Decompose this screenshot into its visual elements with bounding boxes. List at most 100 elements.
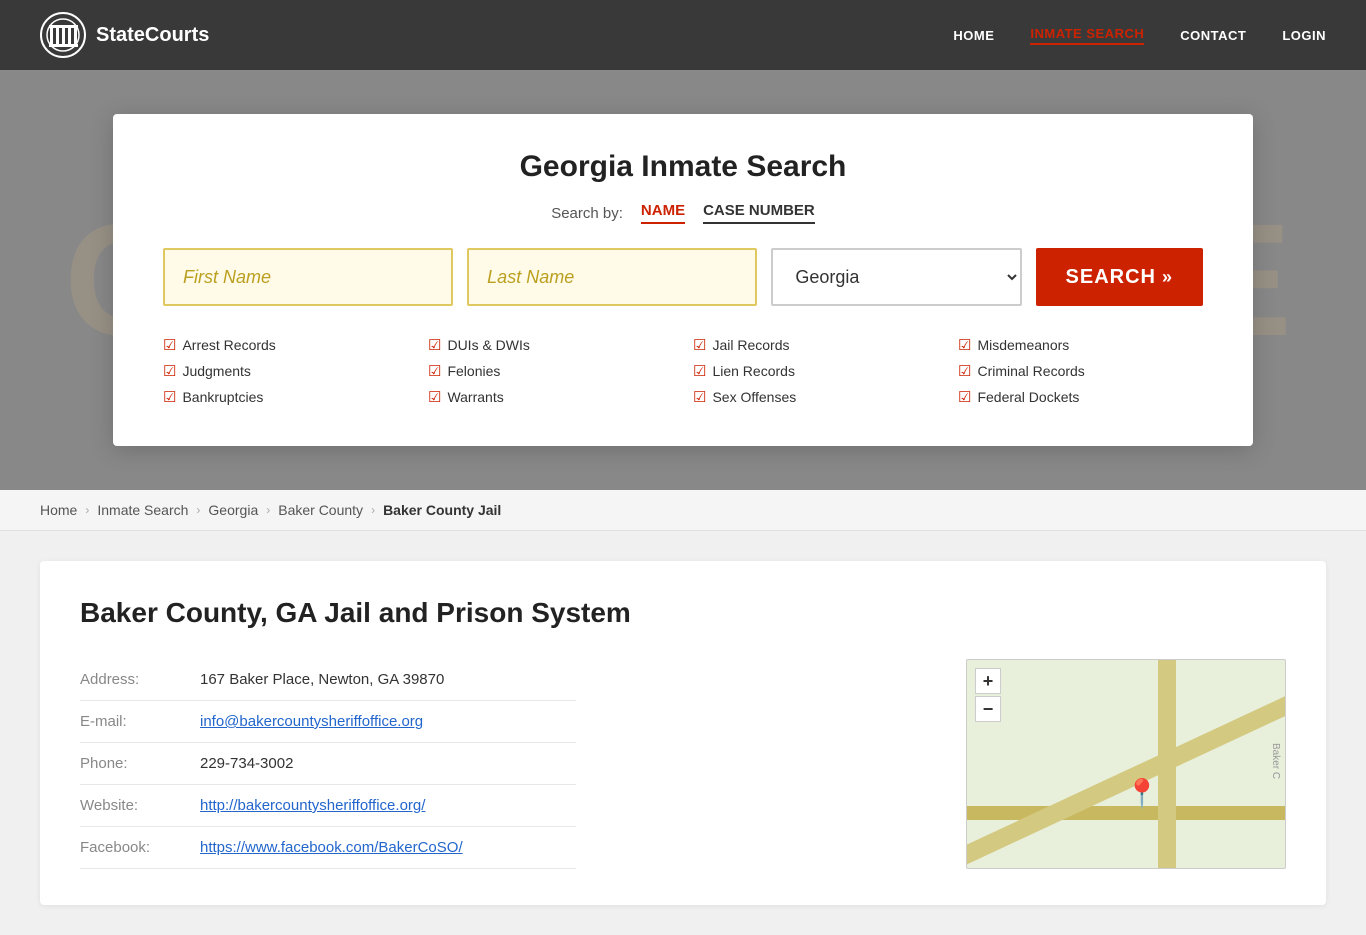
info-table: Address: 167 Baker Place, Newton, GA 398…: [80, 659, 576, 869]
value-address: 167 Baker Place, Newton, GA 39870: [200, 659, 576, 701]
checkmark-icon: ☑: [163, 336, 176, 354]
map-pin-icon: 📍: [1124, 777, 1159, 810]
value-website: http://bakercountysheriffoffice.org/: [200, 785, 576, 827]
checkboxes-grid: ☑ Arrest Records ☑ DUIs & DWIs ☑ Jail Re…: [163, 336, 1203, 406]
checkbox-label: Bankruptcies: [182, 389, 263, 405]
table-row: Website: http://bakercountysheriffoffice…: [80, 785, 576, 827]
checkmark-icon: ☑: [693, 362, 706, 380]
label-website: Website:: [80, 785, 200, 827]
checkbox-duis-dwis: ☑ DUIs & DWIs: [428, 336, 673, 354]
breadcrumb-baker-county[interactable]: Baker County: [278, 502, 363, 518]
logo-icon: [40, 12, 86, 58]
facebook-link[interactable]: https://www.facebook.com/BakerCoSO/: [200, 839, 463, 856]
search-chevron-icon: »: [1162, 267, 1173, 288]
checkbox-federal-dockets: ☑ Federal Dockets: [958, 388, 1203, 406]
checkbox-sex-offenses: ☑ Sex Offenses: [693, 388, 938, 406]
table-row: E-mail: info@bakercountysheriffoffice.or…: [80, 701, 576, 743]
value-phone: 229-734-3002: [200, 743, 576, 785]
checkbox-jail-records: ☑ Jail Records: [693, 336, 938, 354]
first-name-input[interactable]: [163, 248, 453, 306]
checkmark-icon: ☑: [958, 336, 971, 354]
label-address: Address:: [80, 659, 200, 701]
value-email: info@bakercountysheriffoffice.org: [200, 701, 576, 743]
map-controls: + −: [975, 668, 1001, 722]
map-label: Baker C: [1270, 743, 1281, 779]
checkmark-icon: ☑: [428, 362, 441, 380]
label-facebook: Facebook:: [80, 827, 200, 869]
label-phone: Phone:: [80, 743, 200, 785]
main-content: Baker County, GA Jail and Prison System …: [0, 531, 1366, 935]
nav-home[interactable]: HOME: [953, 28, 994, 43]
logo[interactable]: StateCourts: [40, 12, 209, 58]
checkbox-label: Arrest Records: [182, 337, 275, 353]
tab-name[interactable]: NAME: [641, 202, 685, 224]
checkbox-label: Misdemeanors: [977, 337, 1069, 353]
checkbox-label: Warrants: [447, 389, 503, 405]
card-title: Baker County, GA Jail and Prison System: [80, 597, 1286, 629]
breadcrumb-current: Baker County Jail: [383, 502, 501, 518]
email-link[interactable]: info@bakercountysheriffoffice.org: [200, 713, 423, 730]
checkbox-label: Sex Offenses: [712, 389, 796, 405]
last-name-input[interactable]: [467, 248, 757, 306]
checkbox-label: Judgments: [182, 363, 250, 379]
checkbox-criminal-records: ☑ Criminal Records: [958, 362, 1203, 380]
breadcrumb-home[interactable]: Home: [40, 502, 77, 518]
tab-case-number[interactable]: CASE NUMBER: [703, 202, 815, 224]
card-body-row: Address: 167 Baker Place, Newton, GA 398…: [80, 659, 1286, 869]
breadcrumb-georgia[interactable]: Georgia: [208, 502, 258, 518]
search-by-label: Search by:: [551, 205, 623, 222]
state-select[interactable]: Georgia Alabama Florida Tennessee: [771, 248, 1021, 306]
modal-title: Georgia Inmate Search: [163, 150, 1203, 184]
checkbox-label: Jail Records: [712, 337, 789, 353]
search-button[interactable]: SEARCH »: [1036, 248, 1203, 306]
checkmark-icon: ☑: [958, 362, 971, 380]
checkmark-icon: ☑: [693, 388, 706, 406]
content-card: Baker County, GA Jail and Prison System …: [40, 561, 1326, 905]
breadcrumb-sep-1: ›: [85, 503, 89, 517]
checkbox-label: Federal Dockets: [977, 389, 1079, 405]
nav-inmate-search[interactable]: INMATE SEARCH: [1030, 26, 1144, 45]
map-zoom-in[interactable]: +: [975, 668, 1001, 694]
checkmark-icon: ☑: [163, 362, 176, 380]
checkbox-label: DUIs & DWIs: [447, 337, 529, 353]
checkmark-icon: ☑: [163, 388, 176, 406]
breadcrumb-sep-2: ›: [196, 503, 200, 517]
checkmark-icon: ☑: [693, 336, 706, 354]
checkbox-judgments: ☑ Judgments: [163, 362, 408, 380]
value-facebook: https://www.facebook.com/BakerCoSO/: [200, 827, 576, 869]
state-select-wrapper: Georgia Alabama Florida Tennessee: [771, 248, 1021, 306]
nav-login[interactable]: LOGIN: [1282, 28, 1326, 43]
checkbox-felonies: ☑ Felonies: [428, 362, 673, 380]
info-section: Address: 167 Baker Place, Newton, GA 398…: [80, 659, 936, 869]
site-header: StateCourts HOME INMATE SEARCH CONTACT L…: [0, 0, 1366, 70]
breadcrumb-inmate-search[interactable]: Inmate Search: [97, 502, 188, 518]
table-row: Phone: 229-734-3002: [80, 743, 576, 785]
checkbox-lien-records: ☑ Lien Records: [693, 362, 938, 380]
table-row: Address: 167 Baker Place, Newton, GA 398…: [80, 659, 576, 701]
checkbox-arrest-records: ☑ Arrest Records: [163, 336, 408, 354]
map-zoom-out[interactable]: −: [975, 696, 1001, 722]
hero-section: COURTHOUSE Georgia Inmate Search Search …: [0, 70, 1366, 490]
search-by-row: Search by: NAME CASE NUMBER: [163, 202, 1203, 224]
table-row: Facebook: https://www.facebook.com/Baker…: [80, 827, 576, 869]
checkmark-icon: ☑: [428, 388, 441, 406]
checkbox-warrants: ☑ Warrants: [428, 388, 673, 406]
breadcrumb-sep-3: ›: [266, 503, 270, 517]
label-email: E-mail:: [80, 701, 200, 743]
search-button-label: SEARCH: [1066, 266, 1156, 289]
map-section: + − 📍 Baker C: [966, 659, 1286, 869]
checkbox-label: Criminal Records: [977, 363, 1084, 379]
search-modal: Georgia Inmate Search Search by: NAME CA…: [113, 114, 1253, 446]
checkmark-icon: ☑: [428, 336, 441, 354]
main-nav: HOME INMATE SEARCH CONTACT LOGIN: [953, 26, 1326, 45]
checkbox-misdemeanors: ☑ Misdemeanors: [958, 336, 1203, 354]
website-link[interactable]: http://bakercountysheriffoffice.org/: [200, 797, 425, 814]
checkbox-label: Lien Records: [712, 363, 795, 379]
logo-text: StateCourts: [96, 24, 209, 47]
map-road: [1158, 660, 1176, 868]
search-inputs-row: Georgia Alabama Florida Tennessee SEARCH…: [163, 248, 1203, 306]
checkbox-label: Felonies: [447, 363, 500, 379]
checkmark-icon: ☑: [958, 388, 971, 406]
breadcrumb-sep-4: ›: [371, 503, 375, 517]
nav-contact[interactable]: CONTACT: [1180, 28, 1246, 43]
